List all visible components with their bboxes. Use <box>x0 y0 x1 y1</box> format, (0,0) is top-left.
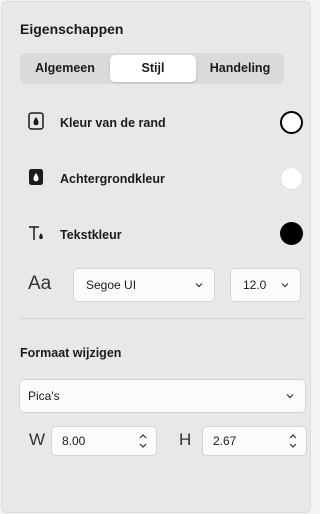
font-family-value: Segoe UI <box>86 278 137 292</box>
width-input[interactable]: 8.00 <box>51 426 157 456</box>
panel-title: Eigenschappen <box>20 21 124 37</box>
border-color-icon <box>28 112 44 130</box>
text-color-swatch[interactable] <box>280 222 303 245</box>
font-icon: Aa <box>28 273 52 294</box>
tab-action[interactable]: Handeling <box>196 53 284 84</box>
spinner-arrows-icon[interactable] <box>288 432 298 450</box>
chevron-down-icon <box>281 283 289 288</box>
spinner-arrows-icon[interactable] <box>138 432 148 450</box>
font-size-value: 12.0 <box>243 278 267 292</box>
width-label: W <box>29 430 46 449</box>
tab-style[interactable]: Stijl <box>110 55 196 82</box>
unit-value: Pica's <box>28 389 60 403</box>
height-label: H <box>179 430 192 449</box>
unit-dropdown[interactable]: Pica's <box>19 379 306 413</box>
divider <box>20 318 306 319</box>
tab-bar: Algemeen Stijl Handeling <box>20 53 284 84</box>
tab-general[interactable]: Algemeen <box>20 53 110 84</box>
resize-section-title: Formaat wijzigen <box>20 346 122 360</box>
background-color-swatch[interactable] <box>280 167 303 190</box>
font-size-dropdown[interactable]: 12.0 <box>230 268 301 302</box>
background-color-label: Achtergrondkleur <box>60 172 165 186</box>
border-color-label: Kleur van de rand <box>60 116 166 130</box>
background-color-icon <box>29 169 43 185</box>
chevron-down-icon <box>286 394 294 399</box>
width-value: 8.00 <box>62 434 86 448</box>
chevron-down-icon <box>195 283 203 288</box>
height-value: 2.67 <box>213 434 237 448</box>
border-color-swatch[interactable] <box>280 111 303 134</box>
text-color-icon <box>29 226 43 240</box>
text-color-label: Tekstkleur <box>60 228 122 242</box>
properties-panel: Eigenschappen Algemeen Stijl Handeling K… <box>1 1 311 513</box>
height-input[interactable]: 2.67 <box>202 426 307 456</box>
font-family-dropdown[interactable]: Segoe UI <box>73 268 215 302</box>
